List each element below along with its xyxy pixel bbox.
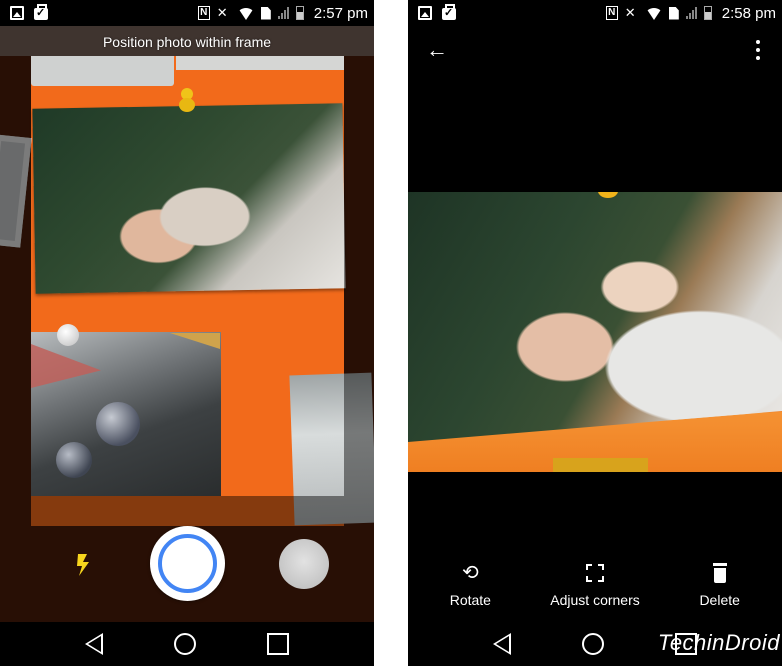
crop-corners-icon <box>582 560 608 586</box>
adjust-corners-button[interactable]: Adjust corners <box>533 560 658 616</box>
signal-icon <box>277 7 289 19</box>
nav-back-button[interactable] <box>85 633 104 655</box>
flash-icon <box>77 554 89 576</box>
status-bar: N ✕ 2:57 pm <box>0 0 374 26</box>
frame-mask <box>344 56 374 496</box>
signal-icon <box>685 7 697 19</box>
mute-icon: ✕ <box>216 5 228 20</box>
trash-icon <box>707 560 733 586</box>
wifi-locked-icon <box>237 8 254 20</box>
delete-label: Delete <box>699 592 740 608</box>
no-sim-icon <box>260 6 271 20</box>
flash-toggle[interactable] <box>74 554 90 576</box>
work-bag-icon <box>34 4 48 20</box>
pinned-card <box>31 56 174 86</box>
scanned-photo <box>408 192 782 472</box>
mute-icon: ✕ <box>624 5 636 20</box>
nav-back-button[interactable] <box>493 633 512 655</box>
wifi-locked-icon <box>645 8 662 20</box>
gold-strip <box>553 458 648 472</box>
nav-home-button[interactable] <box>173 633 196 655</box>
action-bar: ⟲ Rotate Adjust corners Delete <box>408 560 782 616</box>
nav-recents-button[interactable] <box>266 633 289 655</box>
disco-ball <box>56 442 92 478</box>
delete-button[interactable]: Delete <box>657 560 782 616</box>
scan-review-screen: N ✕ 2:58 pm ← ⟲ Rotate Adjust corners <box>408 0 782 666</box>
navigation-bar <box>0 622 374 666</box>
shutter-button[interactable] <box>150 526 225 601</box>
camera-screen: N ✕ 2:57 pm Position photo within frame <box>0 0 374 666</box>
back-arrow-button[interactable]: ← <box>426 38 450 62</box>
rotate-icon: ⟲ <box>461 562 479 584</box>
adjust-corners-label: Adjust corners <box>550 592 640 608</box>
rotate-button[interactable]: ⟲ Rotate <box>408 560 533 616</box>
push-pin <box>179 88 195 114</box>
back-arrow-icon: ← <box>426 37 448 62</box>
target-photo <box>32 103 346 294</box>
disco-ball <box>96 402 140 446</box>
last-photo-thumbnail[interactable] <box>279 539 329 589</box>
photo-content <box>408 192 782 442</box>
status-time: 2:57 pm <box>313 4 368 22</box>
status-time: 2:58 pm <box>721 4 776 22</box>
frame-mask <box>0 56 31 496</box>
nfc-icon: N <box>605 6 618 20</box>
nav-home-button[interactable] <box>581 633 604 655</box>
camera-hint: Position photo within frame <box>102 34 272 50</box>
watermark: TechinDroid <box>657 630 780 655</box>
more-vert-icon <box>756 40 760 44</box>
battery-icon <box>295 6 304 20</box>
more-options-button[interactable] <box>754 40 762 60</box>
rotate-label: Rotate <box>449 592 491 608</box>
work-bag-icon <box>442 4 456 20</box>
gallery-icon <box>418 6 432 20</box>
status-bar: N ✕ 2:58 pm <box>408 0 782 26</box>
nfc-icon: N <box>197 6 210 20</box>
push-pin <box>57 324 79 346</box>
no-sim-icon <box>668 6 679 20</box>
pinned-card <box>176 56 344 70</box>
gallery-icon <box>10 6 24 20</box>
battery-icon <box>703 6 712 20</box>
